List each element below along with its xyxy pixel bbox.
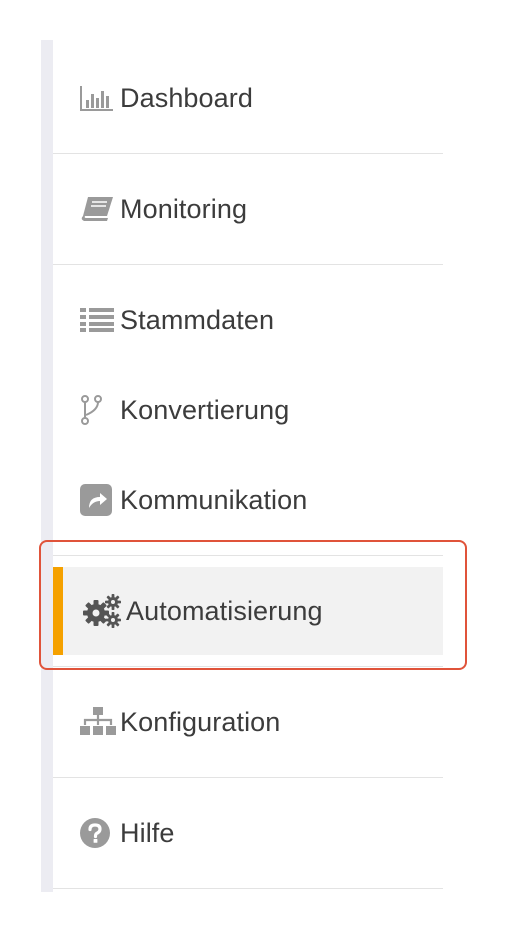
sidebar-item-label: Monitoring (120, 193, 248, 224)
branch-icon (80, 393, 120, 427)
sidebar-item-monitoring[interactable]: Monitoring (53, 154, 443, 264)
share-square-icon (80, 483, 120, 517)
sidebar-item-konvertierung[interactable]: Konvertierung (53, 375, 443, 445)
sidebar-item-dashboard[interactable]: Dashboard (53, 43, 443, 153)
sidebar-item-konfiguration[interactable]: Konfiguration (53, 667, 443, 777)
sidebar-item-label: Automatisierung (126, 595, 323, 626)
divider (53, 888, 443, 889)
book-icon (80, 192, 120, 226)
sidebar-item-hilfe[interactable]: Hilfe (53, 778, 443, 888)
sidebar-item-label: Konfiguration (120, 706, 281, 737)
sidebar-item-label: Konvertierung (120, 394, 290, 425)
sidebar-item-label: Hilfe (120, 817, 175, 848)
bar-chart-icon (80, 81, 120, 115)
active-indicator (53, 567, 63, 655)
sidebar-nav: Dashboard Monitoring Stammdaten Konverti… (53, 43, 443, 889)
sidebar-rail (41, 40, 53, 892)
sidebar-item-kommunikation[interactable]: Kommunikation (53, 445, 443, 555)
question-circle-icon (80, 816, 120, 850)
sidebar-item-stammdaten[interactable]: Stammdaten (53, 265, 443, 375)
divider (53, 555, 443, 556)
sidebar-item-automatisierung[interactable]: Automatisierung (53, 567, 443, 655)
list-icon (80, 303, 120, 337)
sidebar-item-label: Stammdaten (120, 304, 275, 335)
sitemap-icon (80, 705, 120, 739)
gears-icon (82, 594, 122, 628)
sidebar-item-label: Dashboard (120, 82, 253, 113)
sidebar-item-label: Kommunikation (120, 484, 308, 515)
